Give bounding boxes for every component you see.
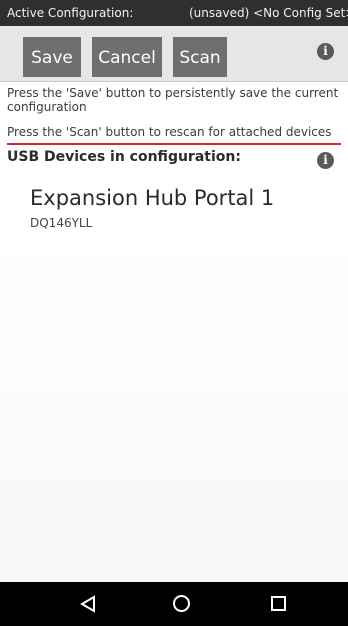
cancel-button[interactable]: Cancel — [92, 37, 162, 77]
configuration-toolbar: Save Cancel Scan i — [0, 26, 348, 82]
usb-info-icon[interactable]: i — [317, 152, 334, 169]
info-icon[interactable]: i — [317, 43, 334, 60]
device-serial: DQ146YLL — [30, 216, 93, 230]
android-nav-bar — [0, 582, 348, 626]
active-configuration-label: Active Configuration: — [7, 6, 134, 20]
save-help-text: Press the 'Save' button to persistently … — [7, 86, 339, 114]
home-icon[interactable] — [173, 595, 190, 612]
save-button[interactable]: Save — [23, 37, 81, 77]
scan-help-text: Press the 'Scan' button to rescan for at… — [7, 125, 332, 139]
back-icon[interactable] — [79, 595, 97, 613]
device-name[interactable]: Expansion Hub Portal 1 — [30, 186, 274, 210]
content-area-background — [0, 236, 348, 582]
active-configuration-value: (unsaved) <No Config Set> — [189, 6, 348, 20]
section-divider — [7, 143, 341, 145]
usb-devices-header: USB Devices in configuration: — [7, 149, 241, 165]
recents-icon[interactable] — [271, 596, 286, 611]
scan-button[interactable]: Scan — [173, 37, 227, 77]
status-bar: Active Configuration: (unsaved) <No Conf… — [0, 0, 348, 26]
